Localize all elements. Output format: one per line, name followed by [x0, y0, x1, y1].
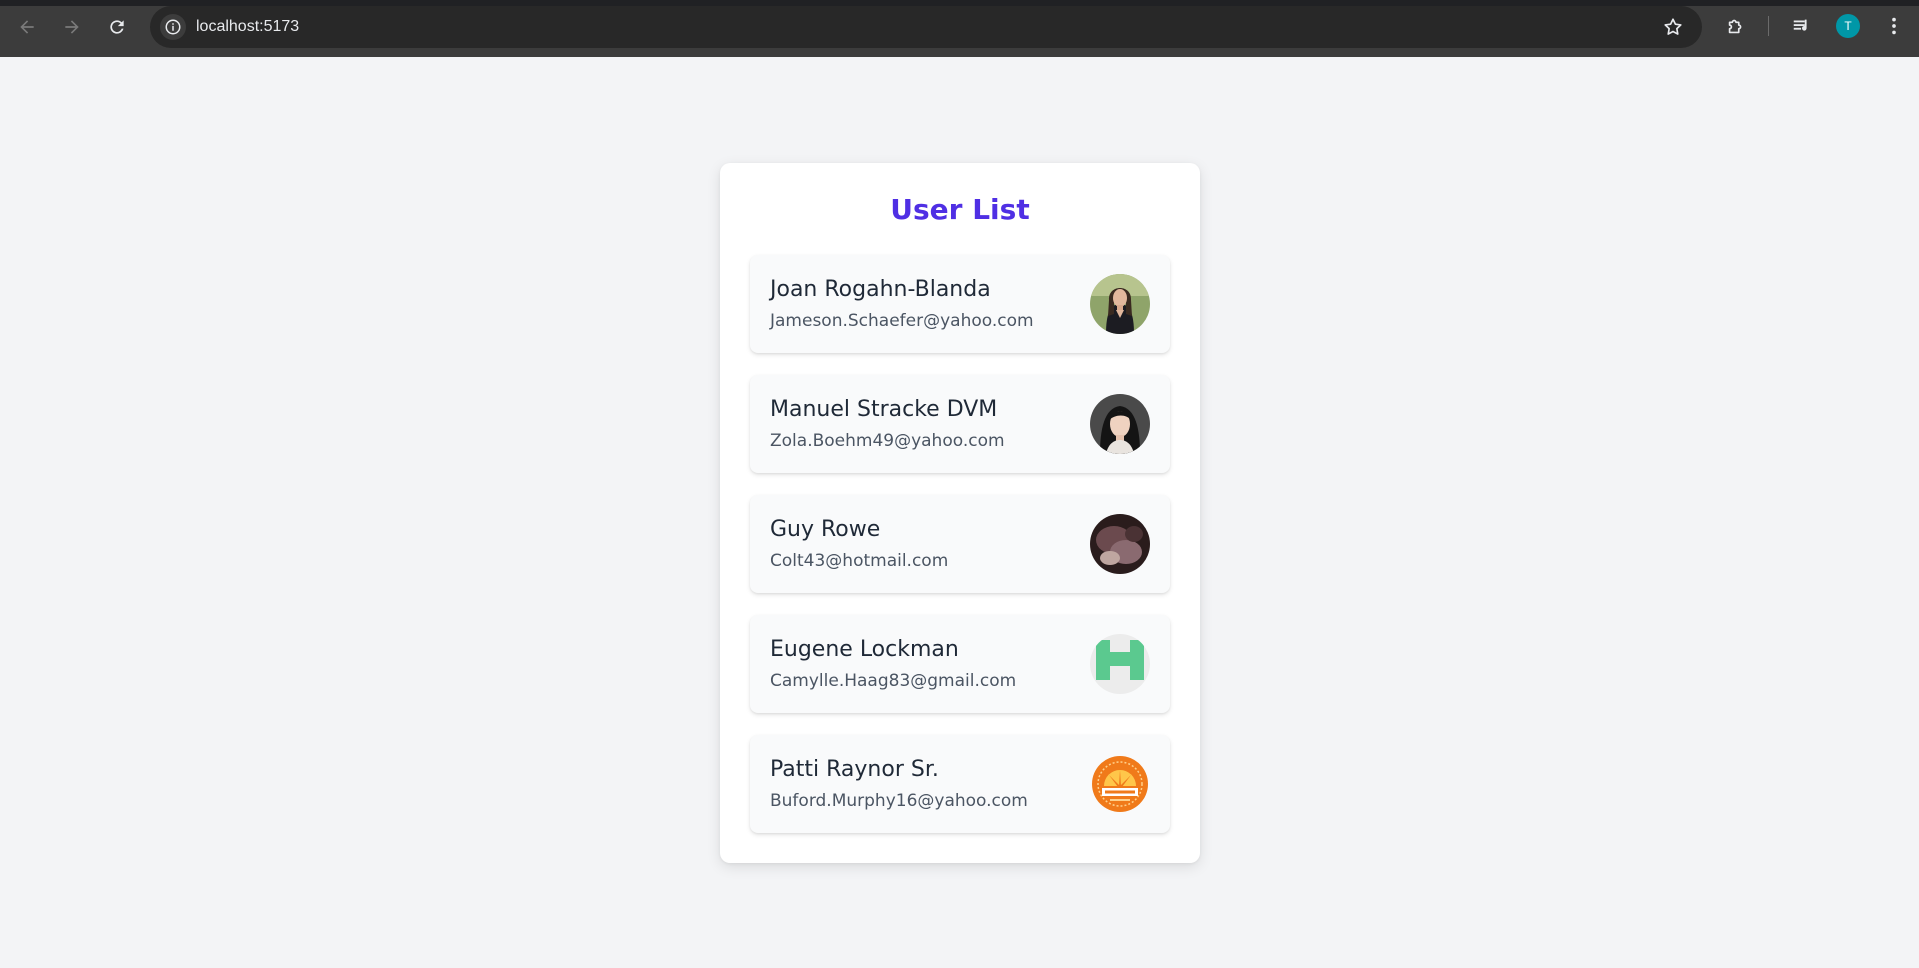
user-email: Zola.Boehm49@yahoo.com — [770, 431, 1005, 451]
identicon — [1090, 634, 1150, 694]
user-name: Guy Rowe — [770, 517, 881, 542]
browser-menu-button[interactable] — [1882, 14, 1906, 38]
kebab-menu-icon — [1892, 17, 1896, 35]
community-badge-logo — [1090, 754, 1150, 814]
user-name: Eugene Lockman — [770, 637, 959, 662]
url-text[interactable]: localhost:5173 — [196, 18, 299, 36]
user-avatar — [1090, 634, 1150, 694]
extensions-button[interactable] — [1724, 14, 1748, 38]
user-email: Buford.Murphy16@yahoo.com — [770, 791, 1028, 811]
user-card[interactable]: Eugene Lockman Camylle.Haag83@gmail.com — [750, 615, 1170, 713]
user-name: Patti Raynor Sr. — [770, 757, 939, 782]
back-button[interactable] — [13, 13, 41, 41]
media-control-icon — [1793, 19, 1807, 31]
forward-arrow-icon — [65, 20, 79, 34]
dark-photo — [1090, 514, 1150, 574]
reload-button[interactable] — [103, 13, 131, 41]
user-avatar — [1090, 274, 1150, 334]
extensions-icon — [1728, 19, 1742, 34]
back-arrow-icon — [20, 20, 34, 34]
user-email: Camylle.Haag83@gmail.com — [770, 671, 1017, 691]
user-name: Joan Rogahn-Blanda — [770, 277, 991, 302]
reload-icon — [110, 20, 124, 34]
site-info-button[interactable] — [160, 14, 186, 40]
user-card[interactable]: Patti Raynor Sr. Buford.Murphy16@yahoo.c… — [750, 735, 1170, 833]
user-card[interactable]: Joan Rogahn-Blanda Jameson.Schaefer@yaho… — [750, 255, 1170, 353]
profile-initial: T — [1844, 19, 1852, 33]
user-email: Colt43@hotmail.com — [770, 551, 949, 571]
user-card[interactable]: Manuel Stracke DVM Zola.Boehm49@yahoo.co… — [750, 375, 1170, 473]
page-title: User List — [890, 193, 1030, 226]
forward-button[interactable] — [58, 13, 86, 41]
user-avatar — [1090, 394, 1150, 454]
media-control-button[interactable] — [1790, 14, 1814, 38]
woman-portrait-photo — [1090, 394, 1150, 454]
user-email: Jameson.Schaefer@yahoo.com — [770, 311, 1034, 331]
user-list: Joan Rogahn-Blanda Jameson.Schaefer@yaho… — [750, 255, 1170, 855]
profile-avatar[interactable]: T — [1836, 14, 1860, 38]
user-name: Manuel Stracke DVM — [770, 397, 998, 422]
woman-portrait-photo — [1090, 274, 1150, 334]
user-avatar — [1090, 754, 1150, 814]
browser-toolbar: localhost:5173 T — [0, 0, 1919, 57]
site-info-icon — [165, 19, 181, 35]
address-bar[interactable]: localhost:5173 — [150, 6, 1702, 48]
toolbar-divider — [1768, 16, 1769, 36]
bookmark-star-icon[interactable] — [1662, 16, 1684, 38]
user-avatar — [1090, 514, 1150, 574]
user-card[interactable]: Guy Rowe Colt43@hotmail.com — [750, 495, 1170, 593]
user-list-card: User List Joan Rogahn-Blanda Jameson.Sch… — [720, 163, 1200, 863]
